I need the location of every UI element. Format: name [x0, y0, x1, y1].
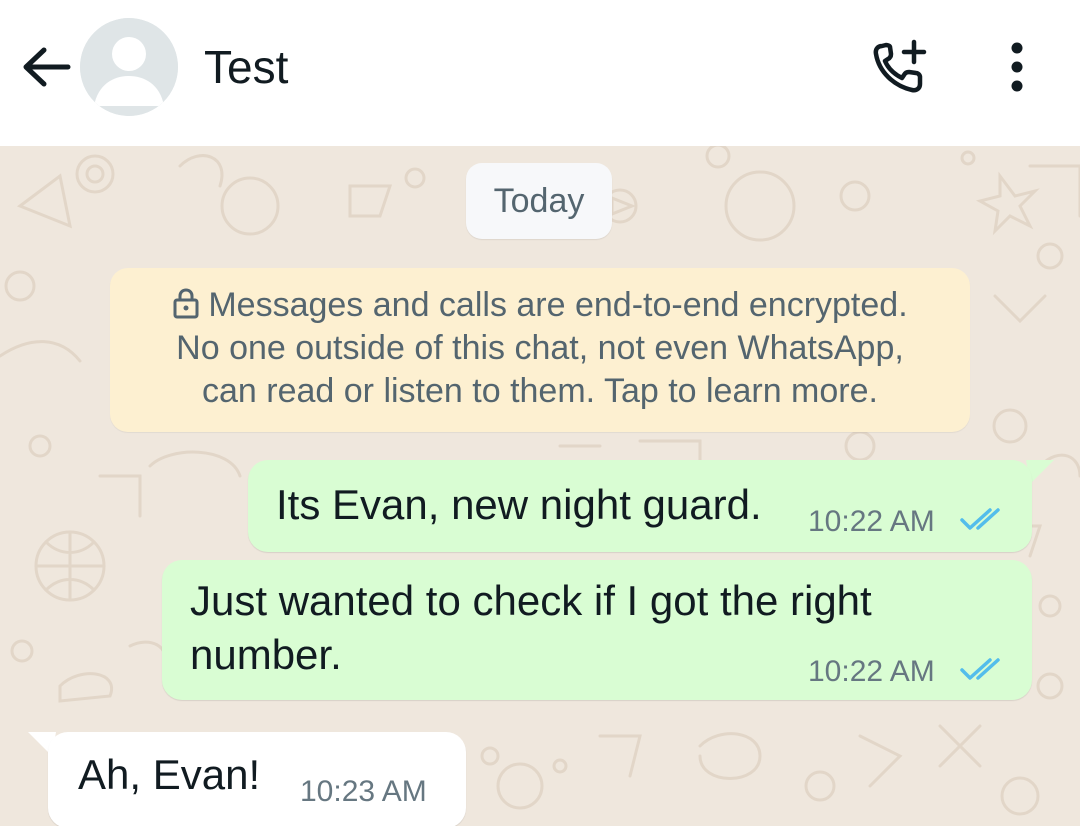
encryption-notice[interactable]: Messages and calls are end-to-end encryp…: [110, 268, 970, 432]
outgoing-message-bubble[interactable]: Its Evan, new night guard. 10:22 AM: [248, 460, 1032, 552]
read-receipt-icon: [960, 658, 1000, 680]
avatar[interactable]: [80, 18, 178, 116]
chat-header: Test: [0, 0, 1080, 146]
chat-area[interactable]: Today Messages and calls are end-to-end …: [0, 146, 1080, 826]
message-time: 10:23 AM: [300, 775, 427, 808]
outgoing-message-bubble[interactable]: Just wanted to check if I got the right …: [162, 560, 1032, 700]
lock-icon: [173, 288, 199, 319]
message-time: 10:22 AM: [808, 505, 935, 538]
default-avatar-icon: [80, 18, 178, 116]
contact-name[interactable]: Test: [204, 38, 288, 96]
encryption-notice-line-2: No one outside of this chat, not even Wh…: [176, 329, 904, 367]
arrow-left-icon: [23, 47, 71, 87]
message-text: Its Evan, new night guard.: [276, 481, 762, 528]
read-receipt-icon: [960, 508, 1000, 530]
add-call-button[interactable]: [868, 38, 932, 96]
message-text: Ah, Evan!: [78, 751, 261, 798]
message-time: 10:22 AM: [808, 655, 935, 688]
back-button[interactable]: [18, 38, 76, 96]
message-text-line-1: Just wanted to check if I got the right: [190, 577, 872, 624]
date-separator: Today: [466, 163, 612, 239]
message-text-line-2: number.: [190, 631, 342, 678]
incoming-message-bubble[interactable]: Ah, Evan! 10:23 AM: [48, 732, 466, 826]
more-vertical-icon: [1011, 42, 1023, 92]
more-options-button[interactable]: [992, 38, 1042, 96]
encryption-notice-line-1: Messages and calls are end-to-end encryp…: [110, 284, 970, 327]
encryption-notice-text-1: Messages and calls are end-to-end encryp…: [208, 286, 908, 324]
add-call-icon: [873, 39, 927, 93]
encryption-notice-line-3: can read or listen to them. Tap to learn…: [202, 372, 878, 410]
